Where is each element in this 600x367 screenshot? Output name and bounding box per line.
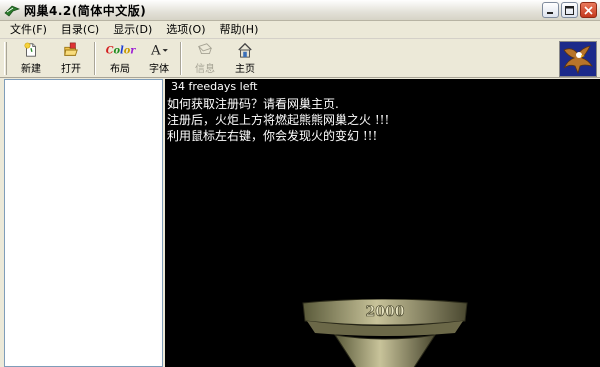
eagle-icon xyxy=(563,45,593,75)
freedays-text: 34 freedays left xyxy=(171,80,258,93)
info-label: 信息 xyxy=(195,64,215,75)
menu-bar: 文件(F) 目录(C) 显示(D) 选项(O) 帮助(H) xyxy=(0,21,600,39)
open-label: 打开 xyxy=(61,64,81,75)
register-info-line: 如何获取注册码？请看网巢主页. xyxy=(167,97,339,111)
maximize-icon xyxy=(565,5,574,15)
toolbar-separator xyxy=(94,42,96,75)
close-button[interactable] xyxy=(580,2,597,18)
font-button[interactable]: A 字体 xyxy=(141,39,177,75)
eagle-logo xyxy=(559,41,597,77)
info-envelope-icon xyxy=(197,43,213,54)
new-label: 新建 xyxy=(21,64,41,75)
toolbar-separator xyxy=(180,42,182,75)
title-bar: 网巢4.2(简体中文版) xyxy=(0,0,600,21)
home-button[interactable]: 主页 xyxy=(225,39,265,75)
color-layout-icon: Color xyxy=(106,46,137,57)
font-label: 字体 xyxy=(149,64,169,75)
layout-button[interactable]: Color 布局 xyxy=(99,39,141,75)
new-button[interactable]: 新建 xyxy=(11,39,51,75)
menu-file[interactable]: 文件(F) xyxy=(3,21,54,39)
content-pane[interactable]: 34 freedays left 如何获取注册码？请看网巢主页. 注册后，火炬上… xyxy=(165,79,600,367)
menu-display[interactable]: 显示(D) xyxy=(106,21,159,39)
svg-text:Color: Color xyxy=(106,46,137,57)
home-label: 主页 xyxy=(235,64,255,75)
info-button[interactable]: 信息 xyxy=(185,39,225,75)
window-title: 网巢4.2(简体中文版) xyxy=(24,3,147,18)
svg-text:A: A xyxy=(150,43,161,58)
torch-graphic: 2000 xyxy=(302,299,468,367)
app-icon xyxy=(4,5,20,17)
layout-label: 布局 xyxy=(110,64,130,75)
window-controls xyxy=(542,2,597,18)
mouse-tip-line: 利用鼠标左右键，你会发现火的变幻 !!! xyxy=(167,129,378,143)
minimize-button[interactable] xyxy=(542,2,559,18)
open-button[interactable]: 打开 xyxy=(51,39,91,75)
catalog-tree-pane[interactable] xyxy=(4,79,163,367)
torch-info-line: 注册后，火炬上方将燃起熊熊网巢之火 !!! xyxy=(167,113,390,127)
toolbar: 新建 打开 Color 布局 A 字体 信息 主页 xyxy=(0,39,600,78)
maximize-button[interactable] xyxy=(561,2,578,18)
font-icon: A xyxy=(150,43,168,58)
menu-catalog[interactable]: 目录(C) xyxy=(54,21,106,39)
torch-year-text: 2000 xyxy=(366,304,405,320)
menu-help[interactable]: 帮助(H) xyxy=(213,21,266,39)
new-document-icon xyxy=(24,42,36,57)
home-icon xyxy=(238,42,252,58)
menu-options[interactable]: 选项(O) xyxy=(159,21,212,39)
open-folder-icon xyxy=(64,42,78,56)
close-icon xyxy=(584,5,593,15)
toolbar-grip[interactable] xyxy=(4,42,7,75)
minimize-icon xyxy=(547,11,553,14)
